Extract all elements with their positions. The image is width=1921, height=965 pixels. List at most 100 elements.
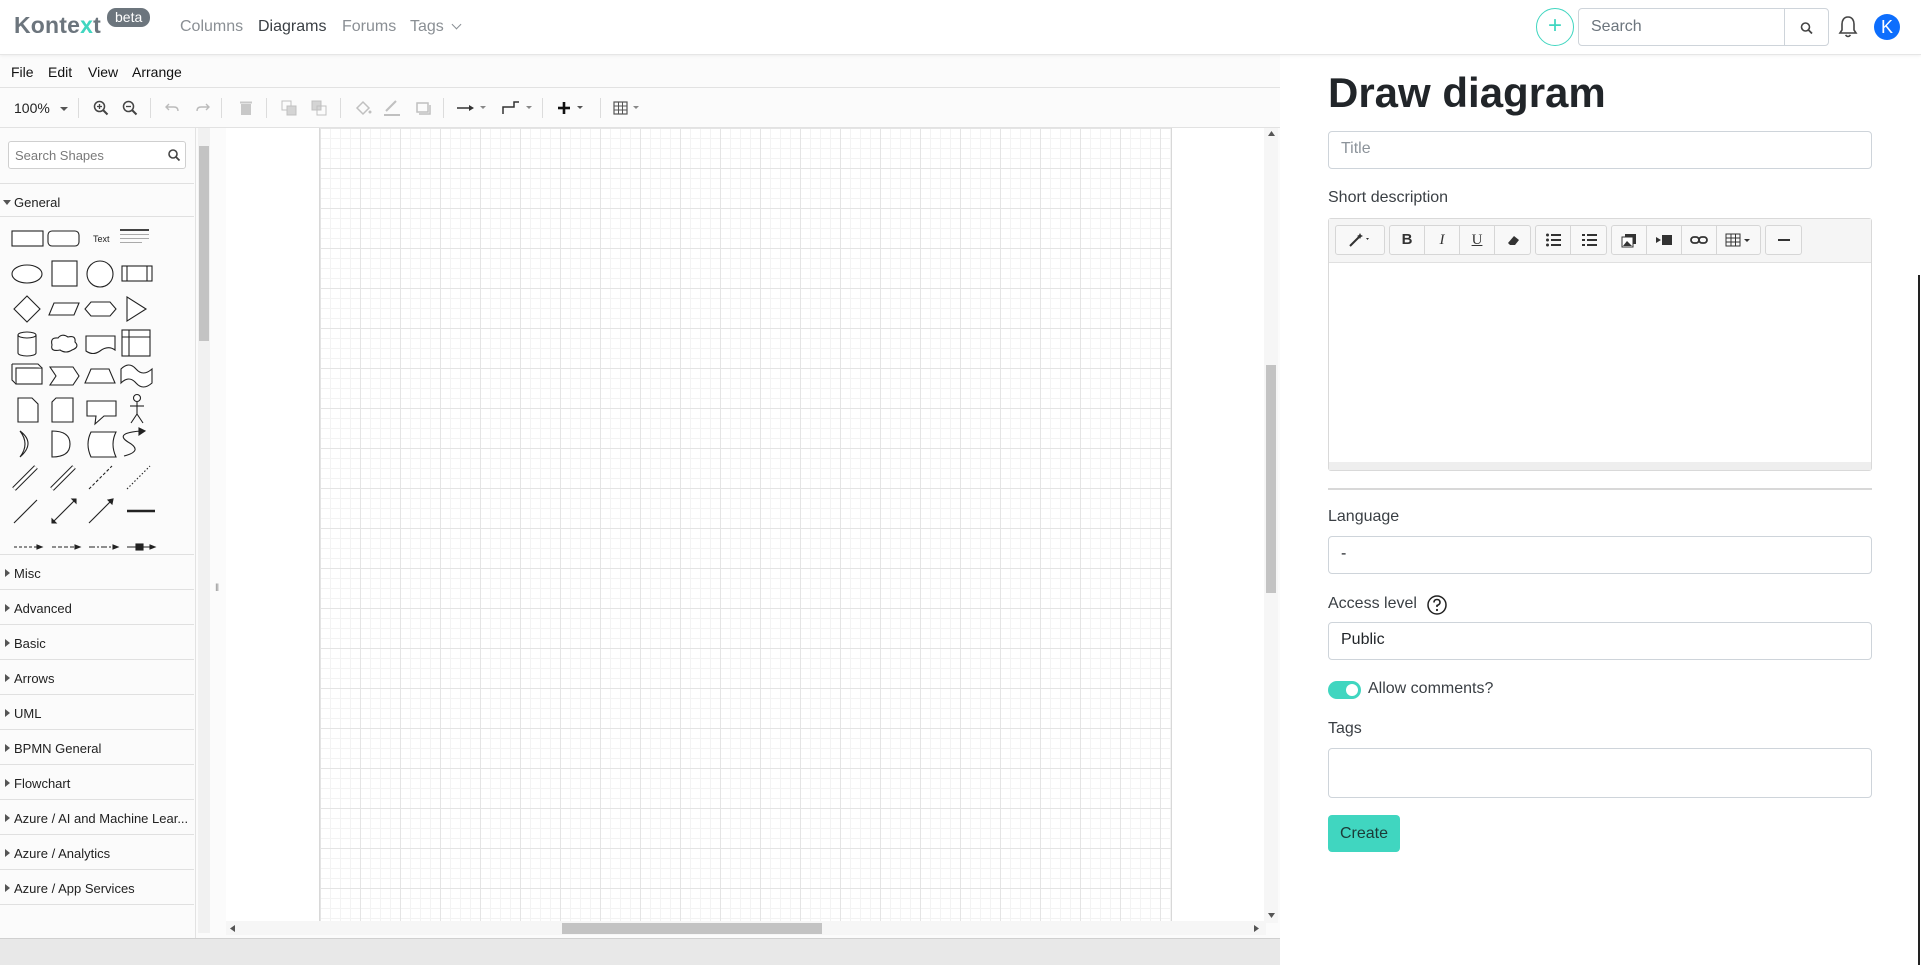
menu-file[interactable]: File — [11, 64, 34, 80]
add-content-button[interactable]: + — [1536, 8, 1574, 46]
section-basic-label: Basic — [14, 636, 46, 651]
description-editable-area[interactable] — [1329, 263, 1871, 462]
access-level-label: Access level — [1328, 595, 1417, 612]
title-input[interactable]: Title — [1328, 131, 1872, 169]
tags-input[interactable] — [1328, 748, 1872, 798]
section-arrows-label: Arrows — [14, 671, 55, 686]
avatar[interactable]: K — [1874, 14, 1900, 40]
menu-arrange[interactable]: Arrange — [132, 64, 182, 80]
shape-search-input[interactable]: Search Shapes — [8, 141, 186, 169]
chevron-down-icon — [451, 19, 462, 30]
shape-text-sample: Text — [93, 234, 110, 244]
short-description-label: Short description — [1328, 189, 1449, 206]
access-level-select[interactable]: Public — [1328, 622, 1872, 660]
bullet-list-button[interactable] — [1536, 226, 1571, 254]
canvas-horizontal-scrollbar[interactable] — [226, 921, 1266, 935]
search-icon — [168, 149, 181, 162]
insert-picture-button[interactable] — [1612, 226, 1647, 254]
shape-palette[interactable]: Text — [0, 217, 194, 555]
diagram-editor: File Edit View Arrange 100% Search Shape… — [0, 55, 1280, 965]
scroll-down-icon[interactable] — [1267, 912, 1276, 919]
horizontal-rule-button[interactable] — [1766, 226, 1801, 254]
section-azure-ai-label: Azure / AI and Machine Lear... — [14, 811, 189, 826]
rich-text-editor: B I U — [1328, 218, 1872, 471]
sidebar-scrollbar[interactable] — [198, 128, 210, 933]
insert-plus-icon[interactable] — [556, 99, 590, 117]
section-general[interactable]: General — [0, 183, 194, 217]
bold-button[interactable]: B — [1390, 226, 1425, 254]
to-front-icon[interactable] — [280, 99, 298, 117]
image-icon — [1621, 234, 1636, 248]
nav-link-forums[interactable]: Forums — [342, 18, 396, 36]
scroll-up-icon[interactable] — [1267, 130, 1276, 137]
scroll-left-icon[interactable] — [229, 924, 236, 933]
zoom-select[interactable]: 100% — [14, 100, 70, 116]
italic-button[interactable]: I — [1425, 226, 1460, 254]
allow-comments-toggle[interactable] — [1328, 681, 1361, 699]
table-icon[interactable] — [612, 99, 646, 117]
section-bpmn-general[interactable]: BPMN General — [0, 730, 194, 765]
canvas-hscroll-thumb[interactable] — [562, 923, 822, 934]
to-back-icon[interactable] — [310, 99, 328, 117]
numbered-list-button[interactable] — [1571, 226, 1606, 254]
section-advanced[interactable]: Advanced — [0, 590, 194, 625]
nav-link-columns[interactable]: Columns — [180, 18, 243, 36]
magic-style-button[interactable] — [1336, 226, 1384, 254]
nav-link-tags-label: Tags — [410, 18, 444, 35]
scroll-right-icon[interactable] — [1253, 924, 1260, 933]
section-misc-label: Misc — [14, 566, 41, 581]
editor-toolbar: 100% — [0, 88, 1280, 128]
canvas-page-grid[interactable] — [319, 128, 1172, 935]
undo-icon[interactable] — [163, 99, 181, 117]
section-azure-analytics[interactable]: Azure / Analytics — [0, 835, 194, 870]
page-title: Draw diagram — [1328, 69, 1606, 116]
connection-arrow-icon[interactable] — [455, 99, 489, 117]
nav-link-diagrams[interactable]: Diagrams — [258, 18, 326, 36]
menu-edit[interactable]: Edit — [48, 64, 72, 80]
editor-footer-bar — [0, 938, 1280, 965]
create-button[interactable]: Create — [1328, 815, 1400, 852]
insert-link-button[interactable] — [1682, 226, 1717, 254]
section-misc[interactable]: Misc — [0, 555, 194, 590]
fill-color-icon[interactable] — [354, 99, 372, 117]
canvas-vertical-scrollbar[interactable] — [1264, 128, 1278, 923]
brand-logo[interactable]: Kontext — [14, 12, 101, 39]
zoom-in-icon[interactable] — [92, 99, 110, 117]
nav-link-tags[interactable]: Tags — [410, 18, 462, 36]
shape-sidebar: Search Shapes General Text Misc Advanced… — [0, 128, 196, 938]
line-color-icon[interactable] — [383, 99, 401, 117]
language-label: Language — [1328, 508, 1400, 525]
section-advanced-label: Advanced — [14, 601, 72, 616]
zoom-out-icon[interactable] — [121, 99, 139, 117]
search-button[interactable] — [1784, 8, 1829, 46]
section-uml[interactable]: UML — [0, 695, 194, 730]
bell-icon[interactable] — [1837, 14, 1859, 40]
section-uml-label: UML — [14, 706, 42, 721]
waypoints-icon[interactable] — [500, 99, 534, 117]
insert-table-button[interactable] — [1717, 226, 1761, 254]
section-basic[interactable]: Basic — [0, 625, 194, 660]
insert-video-button[interactable] — [1647, 226, 1682, 254]
editor-resize-bar[interactable] — [1329, 462, 1871, 470]
menu-view[interactable]: View — [88, 64, 118, 80]
section-azure-ai[interactable]: Azure / AI and Machine Lear... — [0, 800, 194, 835]
shadow-icon[interactable] — [414, 99, 432, 117]
table-icon — [1725, 233, 1750, 247]
canvas-vscroll-thumb[interactable] — [1266, 365, 1276, 593]
language-select[interactable]: - — [1328, 536, 1872, 574]
delete-icon[interactable] — [237, 99, 255, 117]
section-flowchart[interactable]: Flowchart — [0, 765, 194, 800]
help-icon[interactable] — [1426, 594, 1448, 616]
section-azure-app-services[interactable]: Azure / App Services — [0, 870, 194, 905]
sidebar-scroll-thumb[interactable] — [199, 146, 209, 341]
section-arrows[interactable]: Arrows — [0, 660, 194, 695]
diagram-canvas[interactable] — [226, 128, 1266, 935]
section-azure-analytics-label: Azure / Analytics — [14, 846, 111, 861]
clear-format-button[interactable] — [1495, 226, 1530, 254]
underline-button[interactable]: U — [1460, 226, 1495, 254]
section-general-label: General — [14, 195, 61, 210]
redo-icon[interactable] — [194, 99, 212, 117]
search-input[interactable]: Search — [1578, 8, 1785, 46]
magic-wand-icon — [1349, 233, 1369, 247]
sidebar-resize-handle[interactable]: ‖ — [215, 583, 219, 594]
